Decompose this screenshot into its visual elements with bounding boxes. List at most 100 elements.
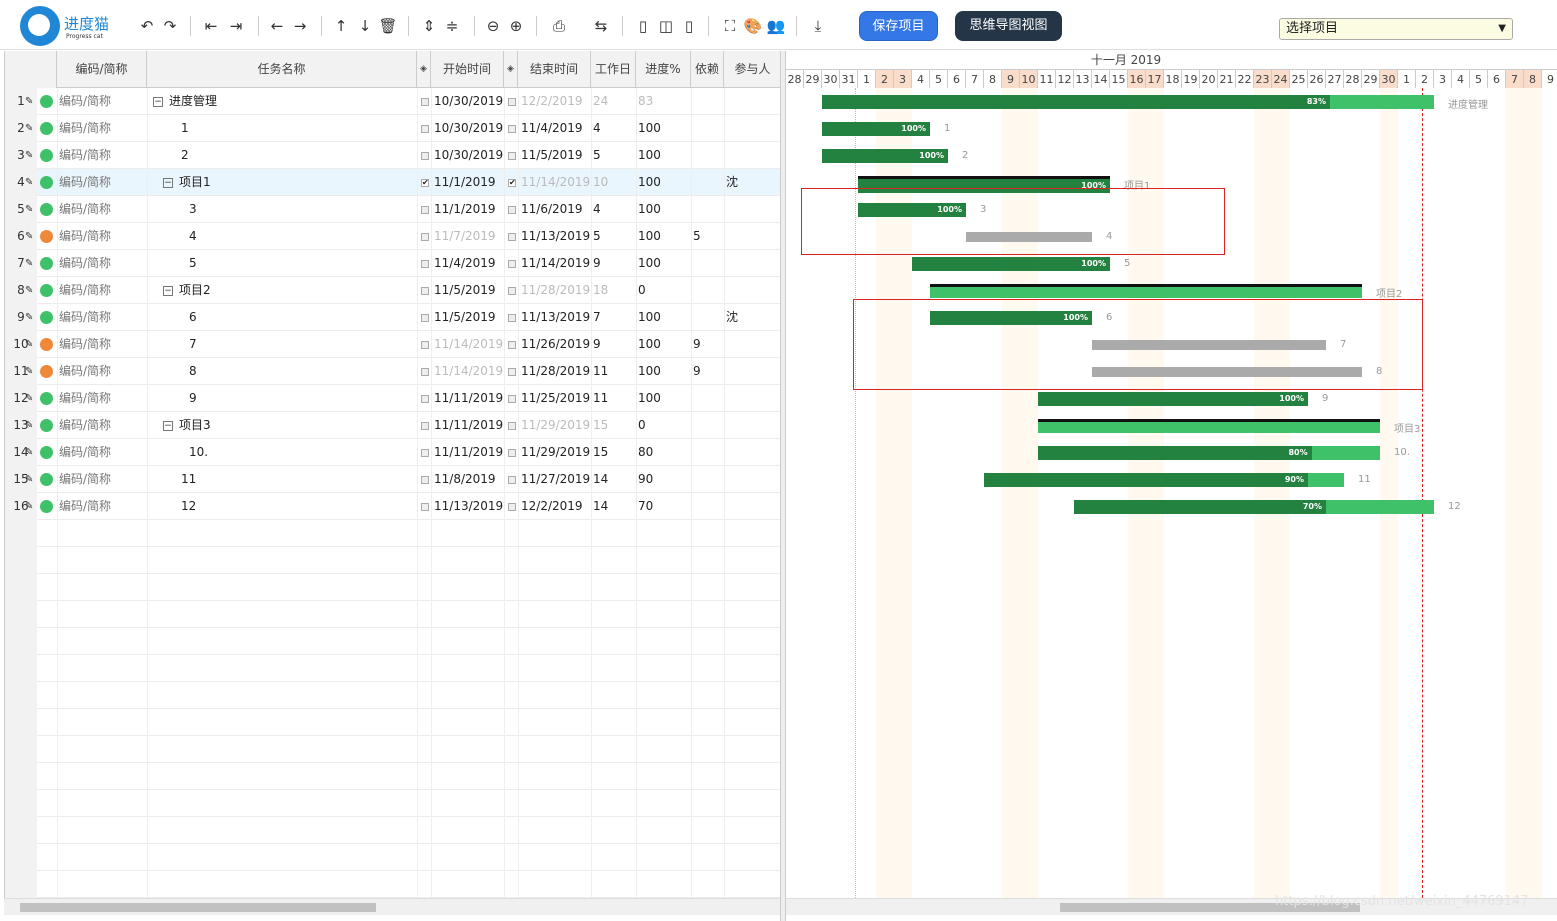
- collapse-toggle-icon[interactable]: −: [163, 421, 173, 431]
- task-name[interactable]: 项目1: [179, 169, 211, 196]
- end-date[interactable]: 11/13/2019: [521, 304, 590, 331]
- progress[interactable]: 100: [638, 304, 661, 331]
- zoom-in-icon[interactable]: ⊕: [505, 16, 527, 36]
- dependency[interactable]: 9: [693, 358, 701, 385]
- progress[interactable]: 83: [638, 88, 653, 115]
- start-lock-checkbox[interactable]: [421, 314, 429, 322]
- workdays[interactable]: 18: [593, 277, 608, 304]
- workdays[interactable]: 5: [593, 142, 601, 169]
- start-date[interactable]: 11/1/2019: [434, 169, 496, 196]
- collapse-toggle-icon[interactable]: −: [163, 178, 173, 188]
- start-lock-checkbox[interactable]: ✔: [421, 179, 429, 187]
- end-date[interactable]: 12/2/2019: [521, 88, 583, 115]
- indent-icon[interactable]: ⇥: [225, 16, 247, 36]
- start-lock-checkbox[interactable]: [421, 449, 429, 457]
- task-name[interactable]: 进度管理: [169, 88, 217, 115]
- task-bar[interactable]: 100%: [1038, 392, 1308, 406]
- end-lock-checkbox[interactable]: [508, 422, 516, 430]
- end-lock-checkbox[interactable]: [508, 449, 516, 457]
- header-progress[interactable]: 进度%: [636, 51, 691, 88]
- progress[interactable]: 100: [638, 331, 661, 358]
- progress[interactable]: 100: [638, 223, 661, 250]
- dependency[interactable]: 9: [693, 331, 701, 358]
- collapse-toggle-icon[interactable]: −: [153, 97, 163, 107]
- workdays[interactable]: 4: [593, 196, 601, 223]
- progress[interactable]: 0: [638, 277, 646, 304]
- progress[interactable]: 100: [638, 169, 661, 196]
- header-start[interactable]: 开始时间: [431, 51, 504, 88]
- start-date[interactable]: 10/30/2019: [434, 142, 503, 169]
- edit-pencil-icon[interactable]: ✎: [25, 331, 35, 358]
- start-lock-checkbox[interactable]: [421, 368, 429, 376]
- progress[interactable]: 100: [638, 142, 661, 169]
- edit-pencil-icon[interactable]: ✎: [25, 439, 35, 466]
- end-date[interactable]: 11/28/2019: [521, 277, 590, 304]
- edit-pencil-icon[interactable]: ✎: [25, 277, 35, 304]
- end-lock-checkbox[interactable]: [508, 476, 516, 484]
- start-date[interactable]: 11/8/2019: [434, 466, 496, 493]
- table-row[interactable]: 8 ✎ 编码/简称 − 项目2 11/5/2019 11/28/2019 18 0: [5, 277, 781, 304]
- end-date[interactable]: 11/26/2019: [521, 331, 590, 358]
- workdays[interactable]: 15: [593, 439, 608, 466]
- edit-pencil-icon[interactable]: ✎: [25, 142, 35, 169]
- redo-icon[interactable]: ↷: [159, 16, 181, 36]
- share-icon[interactable]: ⇆: [590, 16, 612, 36]
- edit-pencil-icon[interactable]: ✎: [25, 88, 35, 115]
- participant[interactable]: 沈: [726, 304, 738, 331]
- header-dependency[interactable]: 依赖: [691, 51, 724, 88]
- move-up-icon[interactable]: ↑: [330, 16, 352, 36]
- end-lock-checkbox[interactable]: [508, 395, 516, 403]
- layout-right-icon[interactable]: ▯: [678, 16, 700, 36]
- task-name[interactable]: 项目3: [179, 412, 211, 439]
- edit-pencil-icon[interactable]: ✎: [25, 250, 35, 277]
- task-name[interactable]: 11: [181, 466, 196, 493]
- start-lock-checkbox[interactable]: [421, 395, 429, 403]
- workdays[interactable]: 11: [593, 358, 608, 385]
- end-lock-checkbox[interactable]: [508, 152, 516, 160]
- table-row[interactable]: 16 ✎ 编码/简称 12 11/13/2019 12/2/2019 14 70: [5, 493, 781, 520]
- workdays[interactable]: 10: [593, 169, 608, 196]
- header-end[interactable]: 结束时间: [518, 51, 591, 88]
- download-icon[interactable]: ⤓: [807, 16, 829, 36]
- collapse-toggle-icon[interactable]: −: [163, 286, 173, 296]
- end-date[interactable]: 11/6/2019: [521, 196, 583, 223]
- print-icon[interactable]: ⎙: [548, 16, 570, 36]
- progress[interactable]: 100: [638, 196, 661, 223]
- end-date[interactable]: 11/14/2019: [521, 169, 590, 196]
- start-date[interactable]: 11/4/2019: [434, 250, 496, 277]
- edit-pencil-icon[interactable]: ✎: [25, 466, 35, 493]
- delete-icon[interactable]: 🗑: [377, 16, 399, 36]
- edit-pencil-icon[interactable]: ✎: [25, 304, 35, 331]
- dependency[interactable]: 5: [693, 223, 701, 250]
- edit-pencil-icon[interactable]: ✎: [25, 385, 35, 412]
- start-lock-checkbox[interactable]: [421, 206, 429, 214]
- end-lock-checkbox[interactable]: [508, 233, 516, 241]
- end-date[interactable]: 11/5/2019: [521, 142, 583, 169]
- end-date[interactable]: 11/28/2019: [521, 358, 590, 385]
- start-date[interactable]: 11/13/2019: [434, 493, 503, 520]
- end-date[interactable]: 11/25/2019: [521, 385, 590, 412]
- table-row[interactable]: 9 ✎ 编码/简称 6 11/5/2019 11/13/2019 7 100 沈: [5, 304, 781, 331]
- edit-pencil-icon[interactable]: ✎: [25, 412, 35, 439]
- edit-pencil-icon[interactable]: ✎: [25, 493, 35, 520]
- start-date[interactable]: 11/11/2019: [434, 412, 503, 439]
- task-name[interactable]: 6: [189, 304, 197, 331]
- workdays[interactable]: 15: [593, 412, 608, 439]
- start-date[interactable]: 10/30/2019: [434, 88, 503, 115]
- save-project-button[interactable]: 保存项目: [859, 11, 938, 41]
- task-bar[interactable]: 80%: [1038, 446, 1380, 460]
- start-lock-checkbox[interactable]: [421, 503, 429, 511]
- start-lock-checkbox[interactable]: [421, 341, 429, 349]
- task-name[interactable]: 1: [181, 115, 189, 142]
- undo-icon[interactable]: ↶: [136, 16, 158, 36]
- progress[interactable]: 100: [638, 250, 661, 277]
- start-lock-checkbox[interactable]: [421, 260, 429, 268]
- progress[interactable]: 80: [638, 439, 653, 466]
- table-row[interactable]: 4 ✎ 编码/简称 − 项目1 ✔ 11/1/2019 ✔ 11/14/2019 10 100 沈: [5, 169, 781, 196]
- start-lock-checkbox[interactable]: [421, 287, 429, 295]
- task-name[interactable]: 9: [189, 385, 197, 412]
- task-name[interactable]: 2: [181, 142, 189, 169]
- progress[interactable]: 100: [638, 358, 661, 385]
- diamond-icon[interactable]: ◈: [417, 51, 431, 88]
- task-bar[interactable]: 83%: [822, 95, 1434, 109]
